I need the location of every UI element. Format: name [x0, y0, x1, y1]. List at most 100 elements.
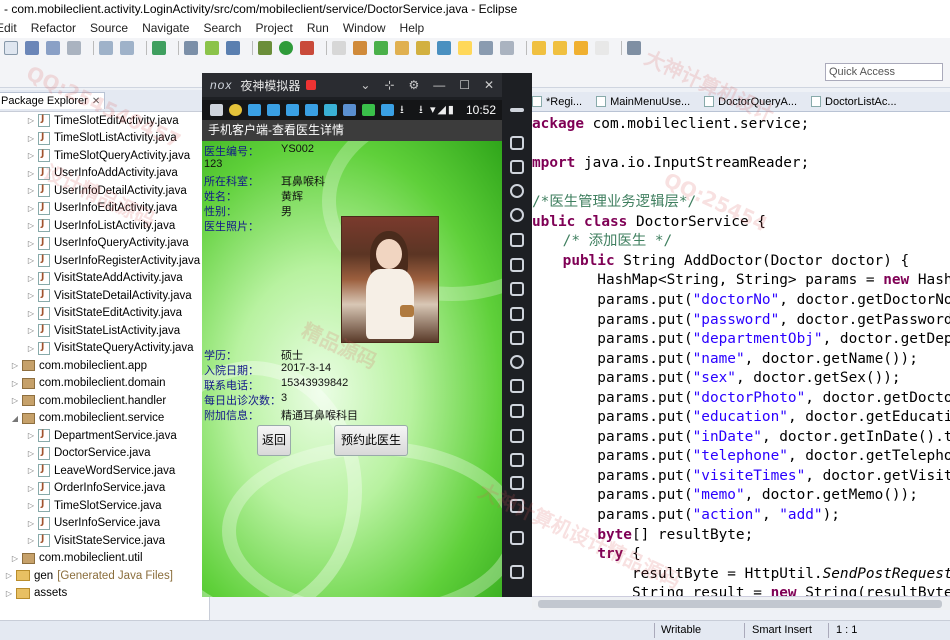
tree-item[interactable]: ▷ UserInfoEditActivity.java [0, 200, 209, 218]
maximize-icon[interactable]: ☐ [459, 78, 470, 92]
expand-right-icon[interactable]: ▷ [26, 116, 36, 125]
export-icon[interactable] [120, 41, 134, 55]
tree-item[interactable]: ▷ UserInfoAddActivity.java [0, 165, 209, 183]
expand-right-icon[interactable]: ▷ [26, 204, 36, 213]
menu-dots-icon[interactable] [510, 108, 524, 112]
menu-refactor[interactable]: Refactor [31, 21, 76, 35]
expand-right-icon[interactable]: ▷ [26, 519, 36, 528]
tree-item[interactable]: ▷ com.mobileclient.domain [0, 375, 209, 393]
expand-right-icon[interactable]: ▷ [10, 396, 20, 405]
expand-right-icon[interactable]: ▷ [26, 431, 36, 440]
tree-item[interactable]: ▷ LeaveWordService.java [0, 462, 209, 480]
expand-right-icon[interactable]: ▷ [26, 484, 36, 493]
forward-icon[interactable] [595, 41, 609, 55]
scissors-icon[interactable] [510, 184, 524, 198]
window-icon[interactable] [510, 233, 524, 247]
tree-item[interactable]: ▷ VisitStateQueryActivity.java [0, 340, 209, 358]
expand-right-icon[interactable]: ▷ [10, 361, 20, 370]
expand-right-icon[interactable]: ▷ [10, 379, 20, 388]
tree-item[interactable]: ▷ TimeSlotService.java [0, 497, 209, 515]
package-explorer-tab[interactable]: Package Explorer ✕ [0, 92, 106, 109]
tree-item[interactable]: ▷ VisitStateListActivity.java [0, 322, 209, 340]
print-icon[interactable] [67, 41, 81, 55]
next-edit-icon[interactable] [532, 41, 546, 55]
minimize-icon[interactable]: — [433, 78, 445, 92]
menu-help[interactable]: Help [400, 21, 425, 35]
more-icon[interactable] [510, 453, 524, 467]
expand-right-icon[interactable]: ▷ [4, 589, 14, 598]
tree-item[interactable]: ▷ OrderInfoService.java [0, 480, 209, 498]
expand-right-icon[interactable]: ▷ [10, 554, 20, 563]
expand-right-icon[interactable]: ▷ [26, 239, 36, 248]
menu-edit[interactable]: Edit [0, 21, 17, 35]
tab-doctor-query[interactable]: DoctorQueryA... [704, 96, 803, 108]
next-annotation-icon[interactable] [437, 41, 451, 55]
tree-item[interactable]: ▷ VisitStateAddActivity.java [0, 270, 209, 288]
expand-right-icon[interactable]: ▷ [4, 571, 14, 580]
checkbox-icon[interactable] [152, 41, 166, 55]
new-icon[interactable] [4, 41, 18, 55]
skip-breakpoints-icon[interactable] [332, 41, 346, 55]
tab-main-menu[interactable]: MainMenuUse... [596, 96, 696, 108]
external-tools-icon[interactable] [300, 41, 314, 55]
android-back-icon[interactable] [510, 499, 524, 513]
record-icon[interactable] [510, 429, 524, 443]
expand-right-icon[interactable]: ▷ [26, 449, 36, 458]
android-recents-icon[interactable] [510, 565, 524, 579]
menu-window[interactable]: Window [343, 21, 386, 35]
close-icon[interactable]: ✕ [484, 78, 494, 92]
close-icon[interactable]: ✕ [92, 96, 100, 107]
tree-item[interactable]: ▷ VisitStateEditActivity.java [0, 305, 209, 323]
search-icon[interactable] [416, 41, 430, 55]
android-home-icon[interactable] [510, 531, 524, 545]
open-type-icon[interactable] [395, 41, 409, 55]
tree-item[interactable]: ▷ UserInfoListActivity.java [0, 217, 209, 235]
book-doctor-button[interactable]: 预约此医生 [334, 425, 408, 456]
tree-item[interactable]: ▷ TimeSlotEditActivity.java [0, 112, 209, 130]
gear-icon[interactable]: ⚙ [409, 78, 420, 92]
expand-right-icon[interactable]: ▷ [26, 134, 36, 143]
apk-install-icon[interactable] [510, 331, 524, 345]
tree-item[interactable]: ▷ gen [Generated Java Files] [0, 567, 209, 585]
expand-right-icon[interactable]: ▷ [26, 309, 36, 318]
expand-right-icon[interactable]: ▷ [26, 291, 36, 300]
tree-item[interactable]: ◢ com.mobileclient.service [0, 410, 209, 428]
tree-item[interactable]: ▷ assets [0, 585, 209, 603]
tree-item[interactable]: ▷ UserInfoRegisterActivity.java [0, 252, 209, 270]
prev-edit-icon[interactable] [553, 41, 567, 55]
expand-down-icon[interactable]: ◢ [10, 414, 20, 423]
expand-right-icon[interactable]: ▷ [26, 501, 36, 510]
volume-icon[interactable] [510, 476, 524, 490]
chevron-down-icon[interactable]: ⌄ [360, 78, 370, 92]
save-all-icon[interactable] [46, 41, 60, 55]
block-selection-icon[interactable] [479, 41, 493, 55]
tree-item[interactable]: ▷ UserInfoService.java [0, 515, 209, 533]
macro-icon[interactable] [510, 404, 524, 418]
location-icon[interactable] [510, 208, 524, 222]
keyboard-icon[interactable] [510, 160, 524, 174]
volume-up-icon[interactable] [510, 282, 524, 296]
expand-right-icon[interactable]: ▷ [26, 256, 36, 265]
whitespace-icon[interactable] [500, 41, 514, 55]
expand-right-icon[interactable]: ▷ [26, 536, 36, 545]
expand-right-icon[interactable]: ▷ [26, 274, 36, 283]
tree-item[interactable]: ▷ com.mobileclient.app [0, 357, 209, 375]
android-sdk-icon[interactable] [205, 41, 219, 55]
expand-right-icon[interactable]: ▷ [26, 169, 36, 178]
tree-item[interactable]: ▷ UserInfoQueryActivity.java [0, 235, 209, 253]
shake-icon[interactable] [510, 355, 524, 369]
tree-item[interactable]: ▷ com.mobileclient.handler [0, 392, 209, 410]
tree-item[interactable]: ▷ UserInfoDetailActivity.java [0, 182, 209, 200]
multi-instance-icon[interactable] [510, 379, 524, 393]
tab-register[interactable]: *Regi... [532, 96, 588, 108]
quick-access-input[interactable]: Quick Access [825, 63, 943, 81]
tree-item[interactable]: ▷ TimeSlotQueryActivity.java [0, 147, 209, 165]
task-icon[interactable] [184, 41, 198, 55]
perspective-icon[interactable] [627, 41, 641, 55]
expand-right-icon[interactable]: ▷ [26, 344, 36, 353]
tree-item[interactable]: ▷ VisitStateService.java [0, 532, 209, 550]
code-editor[interactable]: ackage com.mobileclient.service; mport ja… [532, 112, 950, 596]
new-class-icon[interactable] [353, 41, 367, 55]
menu-run[interactable]: Run [307, 21, 329, 35]
avd-manager-icon[interactable] [226, 41, 240, 55]
